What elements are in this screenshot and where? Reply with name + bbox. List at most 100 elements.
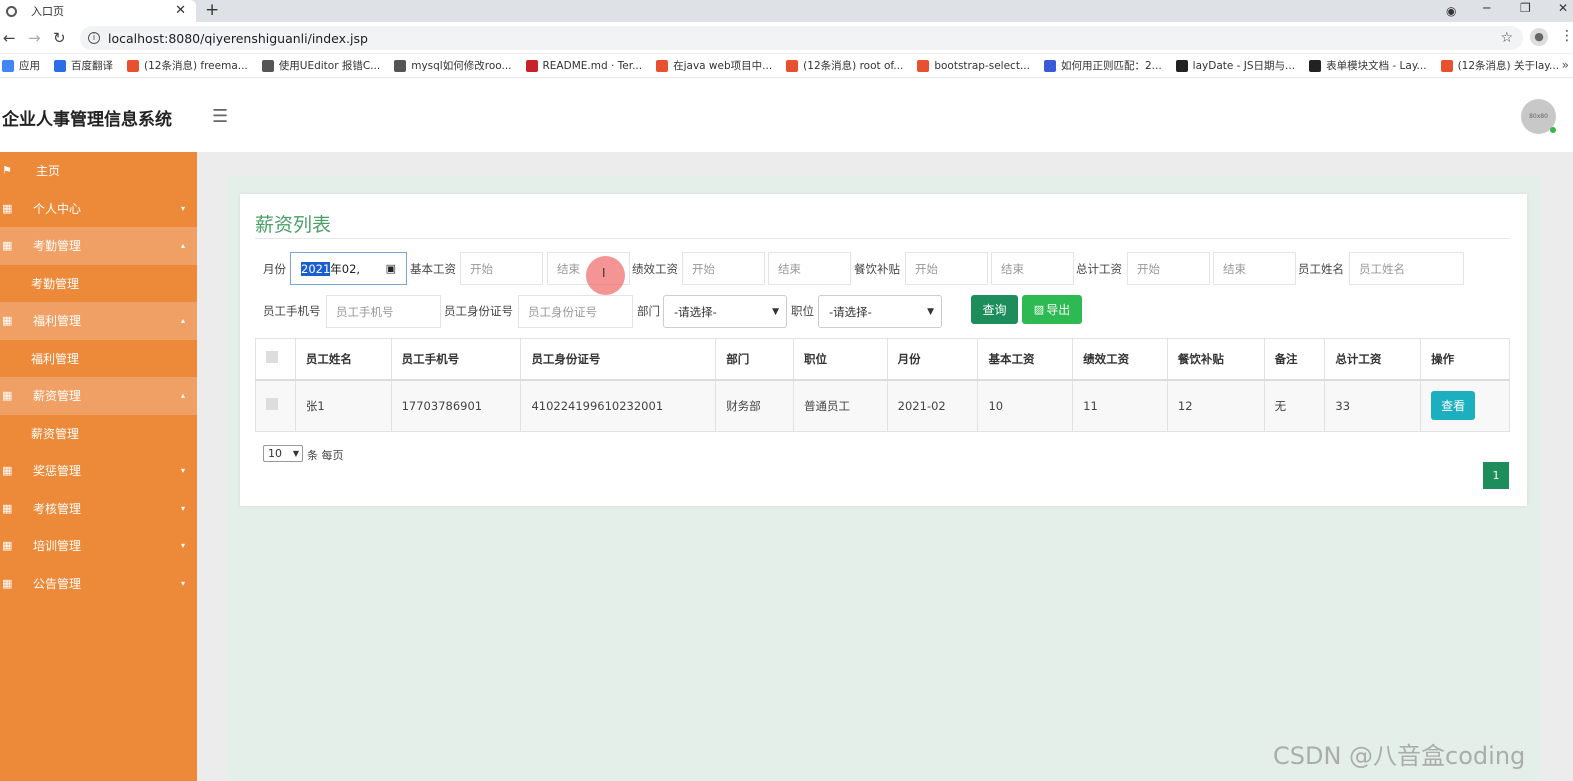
sidebar-subitem[interactable]: 薪资管理 (0, 414, 197, 452)
url-text[interactable]: localhost:8080/qiyerenshiguanli/index.js… (108, 31, 368, 46)
column-header: 月份 (886, 338, 979, 381)
bookmark-item[interactable]: 在java web项目中... (656, 58, 772, 73)
minimize-icon[interactable]: ─ (1483, 0, 1490, 16)
perf-salary-start-input[interactable]: 开始 (682, 252, 765, 285)
back-icon[interactable]: ← (3, 29, 16, 47)
sidebar-item[interactable]: ▦ 奖惩管理 ▾ (0, 452, 197, 490)
sidebar-item[interactable]: ▦ 培训管理 ▾ (0, 527, 197, 565)
bookmark-item[interactable]: 百度翻译 (54, 58, 113, 73)
select-all-checkbox[interactable] (266, 351, 278, 364)
sidebar-item[interactable]: ⚑ 主页 (0, 152, 197, 190)
file-export-icon: ▨ (1033, 303, 1045, 316)
calendar-icon[interactable]: ▣ (386, 262, 396, 275)
bookmark-item[interactable]: layDate - JS日期与... (1175, 58, 1295, 73)
position-select[interactable]: -请选择- ▼ (818, 295, 942, 328)
bookmark-item[interactable]: (12条消息) root of... (786, 58, 903, 73)
cell-total: 33 (1324, 379, 1422, 432)
cell-phone: 17703786901 (390, 379, 522, 432)
month-year-selected: 2021 (301, 261, 331, 276)
sidebar-item[interactable]: ▦ 个人中心 ▾ (0, 190, 197, 228)
employee-name-label: 员工姓名 (1298, 262, 1344, 276)
reload-icon[interactable]: ↻ (53, 29, 66, 47)
profile-icon[interactable]: ● (1530, 28, 1548, 46)
forward-icon[interactable]: → (28, 29, 41, 47)
bookmark-item[interactable]: mysql如何修改roo... (394, 58, 512, 73)
position-label: 职位 (791, 304, 814, 318)
total-start-input[interactable]: 开始 (1127, 252, 1210, 285)
grid-icon: ▦ (2, 576, 13, 590)
sidebar-subitem[interactable]: 考勤管理 (0, 264, 197, 302)
base-salary-start-input[interactable]: 开始 (460, 252, 543, 285)
bookmark-item[interactable]: 如何用正则匹配：2... (1043, 58, 1162, 73)
bookmark-label: (12条消息) root of... (803, 60, 904, 72)
bookmark-item[interactable]: (12条消息) 关于lay... (1440, 58, 1559, 73)
bookmark-item[interactable]: README.md · Ter... (525, 59, 642, 72)
menu-kebab-icon[interactable]: ⋮ (1560, 28, 1573, 44)
employee-phone-input[interactable]: 员工手机号 (326, 295, 441, 328)
perf-salary-end-input[interactable]: 结束 (768, 252, 851, 285)
month-date-input[interactable]: 2021 年02, ▣ (290, 252, 407, 285)
employee-phone-label: 员工手机号 (263, 304, 321, 318)
bookmark-favicon-icon (1175, 59, 1188, 72)
bookmark-item[interactable]: 应用 (2, 58, 40, 73)
total-end-input[interactable]: 结束 (1213, 252, 1296, 285)
query-button[interactable]: 查询 (971, 295, 1018, 324)
employee-idcard-input[interactable]: 员工身份证号 (518, 295, 633, 328)
cell-month: 2021-02 (886, 379, 979, 432)
meal-start-input[interactable]: 开始 (905, 252, 988, 285)
column-header: 绩效工资 (1072, 338, 1168, 381)
bookmark-favicon-icon (261, 59, 274, 72)
column-header: 员工手机号 (390, 338, 522, 381)
sidebar-subitem[interactable]: 福利管理 (0, 339, 197, 377)
sidebar-item[interactable]: ▦ 福利管理 ▴ (0, 302, 197, 340)
bookmark-item[interactable]: bootstrap-select... (917, 59, 1030, 72)
salary-table: 员工姓名 员工手机号 员工身份证号 部门 职位 月份 基本工资 绩效工资 餐饮补贴 备注 总计工资操… (255, 338, 1510, 432)
bookmark-favicon-icon (917, 59, 930, 72)
tab-search-icon[interactable]: ◉ (1446, 3, 1456, 19)
bookmark-label: (12条消息) freema... (144, 60, 248, 72)
bookmark-item[interactable]: 使用UEditor 报错C... (261, 58, 380, 73)
sidebar-item[interactable]: ▦ 薪资管理 ▴ (0, 377, 197, 415)
page-number-current[interactable]: 1 (1483, 462, 1509, 489)
department-select[interactable]: -请选择- ▼ (663, 295, 787, 328)
bookmarks-bar: 应用 百度翻译 (12条消息) freema... 使用UEditor 报错C... m… (0, 54, 1573, 78)
bookmark-item[interactable]: 表单模块文档 - Lay... (1309, 58, 1427, 73)
meal-end-input[interactable]: 结束 (991, 252, 1074, 285)
close-tab-icon[interactable]: ✕ (175, 3, 186, 18)
sidebar-item[interactable]: ▦ 考勤管理 ▴ (0, 227, 197, 265)
export-button[interactable]: ▨ 导出 (1022, 295, 1082, 324)
bookmark-item[interactable]: (12条消息) freema... (127, 58, 248, 73)
bookmarks-overflow-icon[interactable]: » (1562, 58, 1569, 72)
bookmark-favicon-icon (54, 59, 66, 72)
sidebar-item[interactable]: ▦ 公告管理 ▾ (0, 565, 197, 603)
sidebar-item-label: 培训管理 (33, 539, 82, 554)
tab-title: 入口页 (31, 5, 64, 18)
bookmark-favicon-icon (1309, 59, 1322, 72)
employee-name-input[interactable]: 员工姓名 (1349, 252, 1464, 285)
view-button[interactable]: 查看 (1431, 391, 1476, 421)
bookmark-star-icon[interactable]: ☆ (1500, 30, 1513, 46)
department-select-value: -请选择- (674, 304, 717, 319)
new-tab-icon[interactable]: + (205, 0, 219, 20)
cell-idcard: 410224199610232001 (520, 379, 717, 432)
info-icon[interactable]: i (88, 32, 100, 44)
browser-tab[interactable]: 入口页 ✕ (0, 0, 196, 22)
row-checkbox[interactable] (266, 398, 278, 411)
caret-down-icon: ▾ (180, 578, 185, 588)
page-size-select[interactable]: 10 ▼ (263, 445, 303, 462)
sidebar-item[interactable]: ▦ 考核管理 ▾ (0, 490, 197, 528)
month-rest: 年02, (330, 261, 361, 276)
url-field[interactable]: i localhost:8080/qiyerenshiguanli/index.… (80, 26, 1523, 50)
sidebar-item-label: 个人中心 (33, 201, 82, 216)
cell-action: 查看 (1420, 379, 1510, 432)
column-header: 餐饮补贴 (1166, 338, 1265, 381)
department-label: 部门 (637, 304, 660, 318)
hamburger-menu-icon[interactable]: ☰ (212, 106, 228, 127)
bookmark-favicon-icon (525, 59, 538, 72)
close-window-icon[interactable]: ✕ (1558, 0, 1568, 16)
sidebar: ⚑ 主页 ▦ 个人中心 ▾ ▦ 考勤管理 ▴ 考勤管理 ▦ 福利管理 ▴ 福利管理 ▦ 薪资管理 ▴ 薪资管理 ▦… (0, 152, 197, 781)
sidebar-item-label: 福利管理 (33, 314, 82, 329)
position-select-value: -请选择- (829, 304, 872, 319)
restore-icon[interactable]: ❐ (1520, 0, 1531, 16)
column-header: 总计工资 (1324, 338, 1422, 381)
